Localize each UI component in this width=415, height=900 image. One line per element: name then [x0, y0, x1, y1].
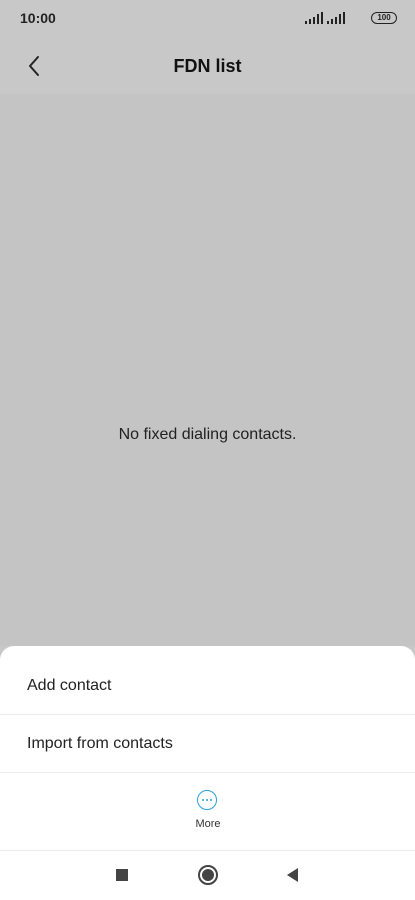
- status-bar: 10:00 100: [0, 0, 415, 38]
- navigation-bar: [0, 851, 415, 900]
- battery-level: 100: [377, 13, 391, 22]
- fdn-list-screen: 10:00 100 FDN list No fixed dialing cont…: [0, 0, 415, 900]
- more-label: More: [195, 818, 221, 830]
- back-triangle-icon: [286, 868, 298, 882]
- page-title: FDN list: [173, 56, 242, 76]
- add-contact-option[interactable]: Add contact: [0, 657, 415, 715]
- more-button[interactable]: More: [180, 788, 236, 834]
- divider: [0, 772, 415, 773]
- recents-square-icon: [116, 869, 128, 881]
- import-from-contacts-label: Import from contacts: [27, 735, 173, 752]
- fdn-list-content: No fixed dialing contacts.: [0, 94, 415, 646]
- battery-icon: 100: [371, 12, 397, 24]
- home-circle-icon: [198, 865, 218, 885]
- home-button[interactable]: [196, 863, 220, 887]
- app-header: FDN list: [0, 38, 415, 94]
- import-from-contacts-option[interactable]: Import from contacts: [0, 715, 415, 773]
- add-contact-label: Add contact: [27, 677, 112, 694]
- signal-icon: [305, 12, 323, 24]
- empty-state-message: No fixed dialing contacts.: [118, 426, 297, 443]
- more-horizontal-icon: [197, 790, 217, 810]
- recents-button[interactable]: [110, 863, 134, 887]
- status-time: 10:00: [20, 10, 56, 26]
- signal-icon: [327, 12, 345, 24]
- system-back-button[interactable]: [280, 863, 304, 887]
